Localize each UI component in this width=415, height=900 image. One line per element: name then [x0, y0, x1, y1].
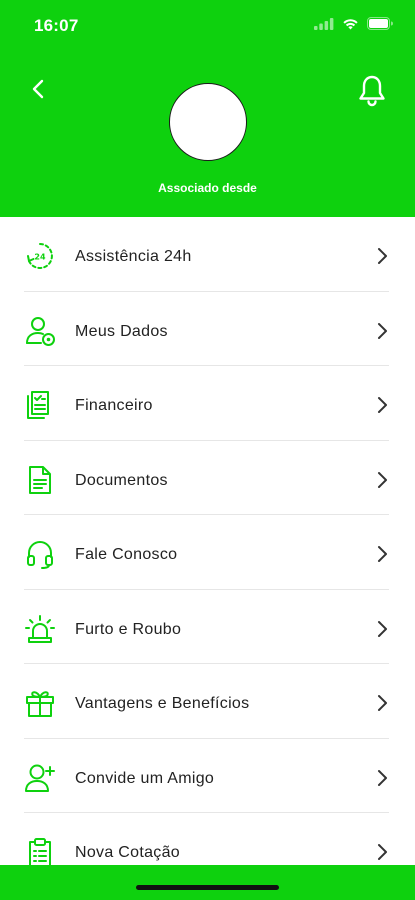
menu-item-label: Convide um Amigo [75, 769, 215, 787]
menu-item-label: Vantagens e Benefícios [75, 695, 250, 712]
menu-item-contact-us[interactable]: Fale Conosco [0, 515, 415, 590]
menu-item-label: Financeiro [75, 397, 153, 414]
menu-item-label: Meus Dados [75, 322, 168, 340]
add-user-icon [25, 764, 55, 792]
chevron-right-icon [378, 471, 387, 488]
chevron-right-icon [378, 322, 387, 339]
notifications-button[interactable] [357, 74, 387, 108]
menu-item-my-data[interactable]: Meus Dados [0, 292, 415, 366]
chevron-right-icon [378, 695, 387, 711]
chevron-right-icon [378, 620, 387, 637]
wifi-icon [343, 18, 358, 29]
gift-icon [26, 691, 54, 717]
chevron-right-icon [378, 844, 387, 860]
profile-menu: 24 Assistência 24h Meus Dados Financeiro [0, 217, 415, 888]
menu-item-label: Fale Conosco [75, 546, 178, 563]
signal-icon [314, 17, 334, 30]
svg-text:24: 24 [34, 253, 46, 262]
menu-item-label: Assistência 24h [75, 248, 192, 265]
battery-icon [367, 17, 393, 30]
assistance-24h-icon: 24 [27, 243, 53, 269]
headset-icon [27, 541, 53, 569]
status-time: 16:07 [34, 16, 79, 35]
alarm-siren-icon [25, 614, 55, 643]
profile-header: 16:07 Associado desde [0, 0, 415, 217]
avatar[interactable] [169, 83, 247, 161]
menu-item-label: Furto e Roubo [75, 620, 182, 638]
chevron-left-icon [32, 79, 44, 99]
back-button[interactable] [26, 76, 52, 102]
menu-item-label: Documentos [75, 471, 168, 489]
menu-item-documents[interactable]: Documentos [0, 441, 415, 515]
menu-item-label: Nova Cotação [75, 844, 180, 861]
menu-item-invite-friend[interactable]: Convide um Amigo [0, 739, 415, 813]
status-icons [314, 17, 393, 30]
document-check-icon [27, 391, 49, 419]
menu-item-financial[interactable]: Financeiro [0, 366, 415, 441]
bottom-bar [0, 865, 415, 900]
menu-item-advantages-benefits[interactable]: Vantagens e Benefícios [0, 664, 415, 739]
menu-item-assistance-24h[interactable]: 24 Assistência 24h [0, 217, 415, 292]
chevron-right-icon [378, 546, 387, 562]
user-settings-icon [26, 316, 55, 346]
chevron-right-icon [378, 397, 387, 413]
clipboard-icon [29, 838, 51, 867]
home-indicator[interactable] [136, 885, 279, 890]
status-bar: 16:07 [0, 0, 415, 50]
menu-item-theft-robbery[interactable]: Furto e Roubo [0, 590, 415, 664]
chevron-right-icon [378, 248, 387, 264]
file-icon [29, 465, 51, 494]
bell-icon [359, 75, 385, 107]
chevron-right-icon [378, 769, 387, 786]
member-since-label: Associado desde [158, 181, 257, 195]
